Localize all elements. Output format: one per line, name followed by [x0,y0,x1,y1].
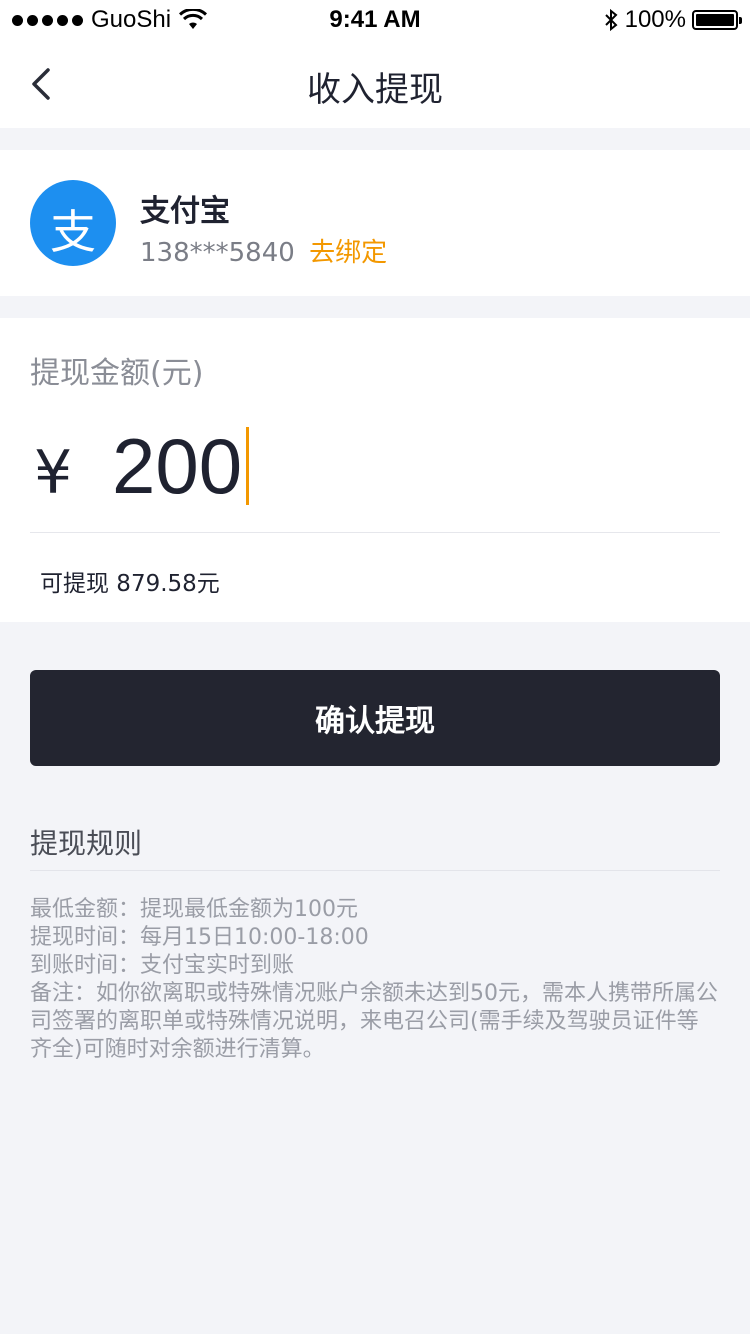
text-caret [246,427,250,505]
unbind-link[interactable]: 去绑定 [309,238,387,268]
page-title: 收入提现 [307,70,443,110]
alipay-logo-icon: 支 [30,180,116,266]
confirm-withdraw-button[interactable]: 确认提现 [30,670,720,766]
available-balance: 可提现 879.58元 [40,571,220,597]
rule-item: 备注：如你欲离职或特殊情况账户余额未达到50元，需本人携带所属公司签署的离职单或… [30,981,718,1062]
rule-item: 到账时间：支付宝实时到账 [30,953,295,978]
amount-value: 200 [112,421,243,510]
account-name: 支付宝 [140,194,230,229]
currency-symbol: ¥ [34,438,73,508]
account-info: 138***5840 去绑定 [140,232,387,269]
rules-title: 提现规则 [30,827,143,860]
rule-item: 提现时间：每月15日10:00-18:00 [30,925,369,950]
status-right: 100% [603,6,742,34]
battery-icon [692,10,742,30]
alipay-logo-text: 支 [50,205,96,259]
bluetooth-icon [604,8,618,32]
nav-bar: 收入提现 [0,40,750,128]
amount-label: 提现金额(元) [30,356,204,391]
account-card[interactable]: 支 支付宝 138***5840 去绑定 [0,150,750,296]
divider [30,870,720,871]
amount-card: 提现金额(元) ¥ 200 可提现 879.58元 [0,318,750,622]
status-bar: GuoShi 9:41 AM 100% [0,0,750,40]
rule-item: 最低金额：提现最低金额为100元 [30,897,358,922]
battery-percent: 100% [624,6,686,33]
divider [30,532,720,533]
rules-list: 最低金额：提现最低金额为100元 提现时间：每月15日10:00-18:00 到… [30,896,720,1064]
amount-input[interactable]: 200 [112,416,672,516]
account-phone: 138***5840 [140,238,295,268]
